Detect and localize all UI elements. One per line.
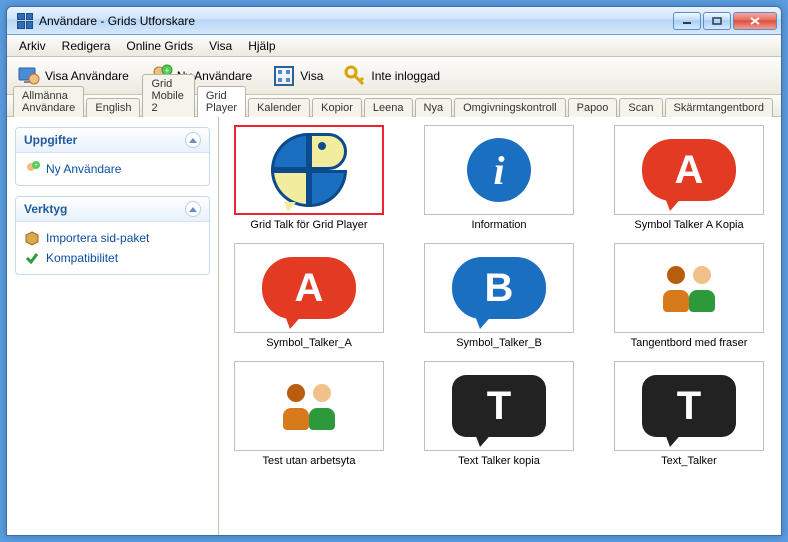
tabstrip: Allmänna AnvändareEnglishGrid Mobile 2Gr…: [7, 95, 781, 117]
window-title: Användare - Grids Utforskare: [39, 14, 673, 28]
add-user-icon: +: [24, 161, 40, 177]
tab-omgivningskontroll[interactable]: Omgivningskontroll: [454, 98, 566, 117]
key-icon: [343, 64, 367, 88]
link-import-label: Importera sid-paket: [46, 231, 149, 245]
tab-skärmtangentbord[interactable]: Skärmtangentbord: [665, 98, 774, 117]
users-monitor-icon: [17, 64, 41, 88]
grid-item-label: Grid Talk för Grid Player: [250, 219, 367, 231]
chevron-up-icon: [185, 201, 201, 217]
grid-item[interactable]: B Symbol_Talker_B: [419, 243, 579, 349]
grid-view: Grid Talk för Grid Player i Information A Sy…: [219, 117, 781, 535]
grid-item-thumbnail: T: [614, 361, 764, 451]
tab-nya[interactable]: Nya: [415, 98, 453, 117]
sidebar: Uppgifter + Ny Användare Verktyg: [7, 117, 219, 535]
menu-arkiv[interactable]: Arkiv: [11, 37, 54, 55]
tab-english[interactable]: English: [86, 98, 140, 117]
toolbar-view-users-label: Visa Användare: [45, 69, 129, 83]
panel-tools: Verktyg Importera sid-paket Komp: [15, 196, 210, 275]
chevron-up-icon: [185, 132, 201, 148]
titlebar[interactable]: Användare - Grids Utforskare: [7, 7, 781, 35]
panel-tools-title: Verktyg: [24, 202, 67, 216]
content-area: Uppgifter + Ny Användare Verktyg: [7, 117, 781, 535]
menu-visa[interactable]: Visa: [201, 37, 240, 55]
toolbar-login-label: Inte inloggad: [371, 69, 440, 83]
tab-leena[interactable]: Leena: [364, 98, 413, 117]
grid-item-label: Symbol_Talker_B: [456, 337, 542, 349]
panel-tools-header[interactable]: Verktyg: [16, 197, 209, 222]
menu-redigera[interactable]: Redigera: [54, 37, 119, 55]
grid-item-thumbnail: [234, 361, 384, 451]
tab-kalender[interactable]: Kalender: [248, 98, 310, 117]
grid-item[interactable]: Tangentbord med fraser: [609, 243, 769, 349]
panel-tasks: Uppgifter + Ny Användare: [15, 127, 210, 186]
menubar: Arkiv Redigera Online Grids Visa Hjälp: [7, 35, 781, 57]
tab-papoo[interactable]: Papoo: [568, 98, 618, 117]
grid-item-label: Symbol_Talker_A: [266, 337, 352, 349]
grid-item-label: Test utan arbetsyta: [263, 455, 356, 467]
grid-item-thumbnail: A: [234, 243, 384, 333]
grid-item-label: Text Talker kopia: [458, 455, 540, 467]
maximize-button[interactable]: [703, 12, 731, 30]
package-icon: [24, 230, 40, 246]
grid-item[interactable]: Grid Talk för Grid Player: [229, 125, 389, 231]
grid-item[interactable]: T Text_Talker: [609, 361, 769, 467]
panel-tasks-title: Uppgifter: [24, 133, 77, 147]
grid-item[interactable]: A Symbol Talker A Kopia: [609, 125, 769, 231]
svg-text:+: +: [34, 163, 38, 169]
grid-item-thumbnail: [234, 125, 384, 215]
grid-item-thumbnail: [614, 243, 764, 333]
link-compatibility[interactable]: Kompatibilitet: [24, 248, 201, 268]
toolbar-view[interactable]: Visa: [268, 62, 327, 90]
grid-view-icon: [272, 64, 296, 88]
link-new-user[interactable]: + Ny Användare: [24, 159, 201, 179]
check-icon: [24, 250, 40, 266]
app-icon: [17, 13, 33, 29]
grid-item[interactable]: Test utan arbetsyta: [229, 361, 389, 467]
grid-item[interactable]: T Text Talker kopia: [419, 361, 579, 467]
toolbar: Visa Användare + Ny Användare Visa Inte …: [7, 57, 781, 95]
grid-item-label: Symbol Talker A Kopia: [634, 219, 743, 231]
tab-grid-mobile-2[interactable]: Grid Mobile 2: [142, 74, 194, 117]
close-button[interactable]: [733, 12, 777, 30]
menu-hjalp[interactable]: Hjälp: [240, 37, 283, 55]
grid-item-label: Information: [471, 219, 526, 231]
grid-item-label: Tangentbord med fraser: [631, 337, 748, 349]
toolbar-login-status[interactable]: Inte inloggad: [339, 62, 444, 90]
grid-item-thumbnail: B: [424, 243, 574, 333]
grid-item-thumbnail: T: [424, 361, 574, 451]
panel-tasks-header[interactable]: Uppgifter: [16, 128, 209, 153]
link-import-page-packages[interactable]: Importera sid-paket: [24, 228, 201, 248]
link-new-user-label: Ny Användare: [46, 162, 121, 176]
menu-online-grids[interactable]: Online Grids: [118, 37, 201, 55]
tab-grid-player[interactable]: Grid Player: [197, 86, 246, 117]
grid-item-label: Text_Talker: [661, 455, 717, 467]
tab-scan[interactable]: Scan: [619, 98, 662, 117]
minimize-button[interactable]: [673, 12, 701, 30]
toolbar-view-label: Visa: [300, 69, 323, 83]
grid-item-thumbnail: i: [424, 125, 574, 215]
grid-item[interactable]: i Information: [419, 125, 579, 231]
grid-item-thumbnail: A: [614, 125, 764, 215]
tab-kopior[interactable]: Kopior: [312, 98, 362, 117]
grid-item[interactable]: A Symbol_Talker_A: [229, 243, 389, 349]
link-compat-label: Kompatibilitet: [46, 251, 118, 265]
app-window: Användare - Grids Utforskare Arkiv Redig…: [6, 6, 782, 536]
tab-allmänna-användare[interactable]: Allmänna Användare: [13, 86, 84, 117]
